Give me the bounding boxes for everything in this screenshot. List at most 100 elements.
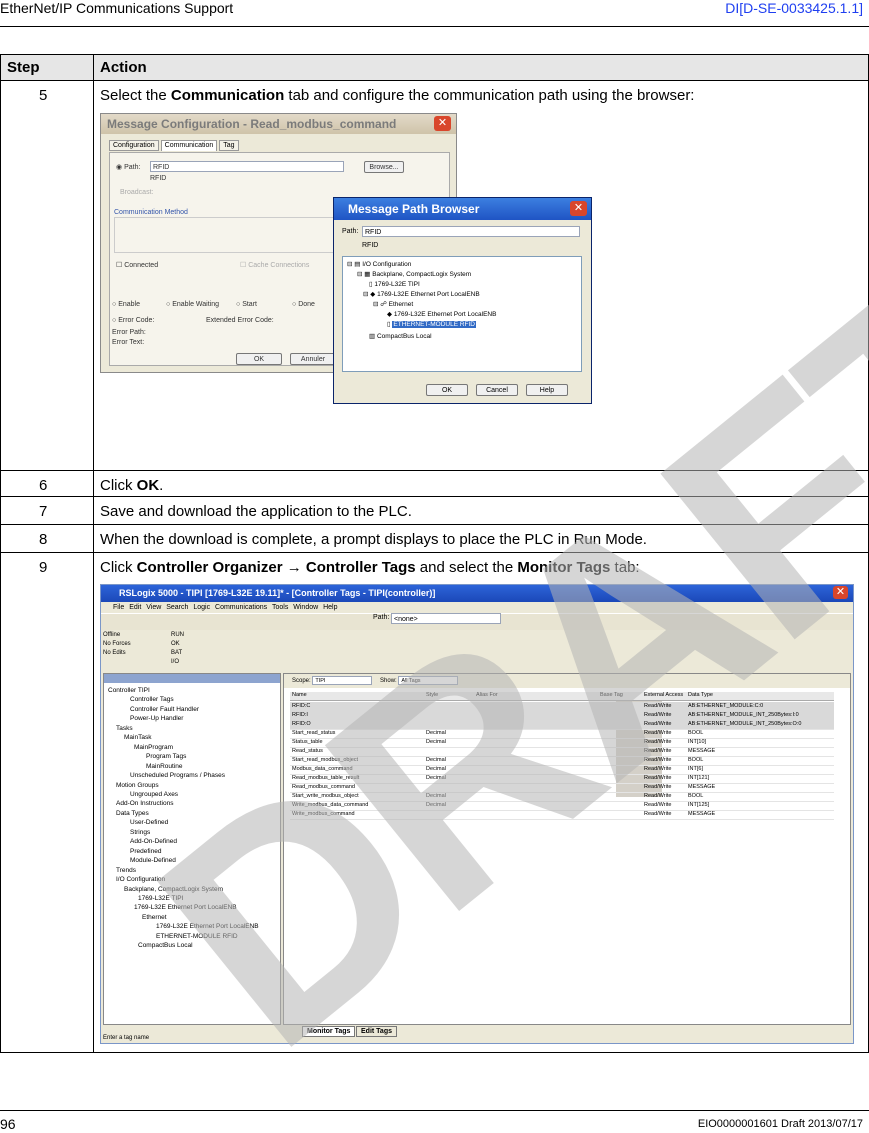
grid-cell: BOOL [688, 793, 704, 799]
connected-checkbox[interactable]: ☐ Connected [116, 261, 158, 269]
tree-item[interactable]: Program Tags [108, 752, 259, 761]
tree-label: ETHERNET-MODULE RFID [392, 321, 477, 328]
ok-button[interactable]: OK [236, 353, 282, 365]
tab-monitor-tags[interactable]: Monitor Tags [302, 1026, 356, 1037]
tree-node[interactable]: ⊟ ◆ 1769-L32E Ethernet Port LocalENB [363, 290, 480, 298]
show-select[interactable]: All Tags [398, 676, 459, 685]
path-label: Path: [124, 164, 141, 171]
organizer-tree[interactable]: Controller TIPI Controller Tags Controll… [108, 686, 259, 951]
step-number: 7 [0, 496, 94, 525]
column-header[interactable]: External Access [644, 692, 683, 698]
tree-node[interactable]: ▥ CompactBus Local [369, 332, 432, 340]
tree-item[interactable]: Strings [108, 828, 259, 837]
tree-item[interactable]: 1769-L32E Ethernet Port LocalENB [108, 922, 259, 931]
tree-item[interactable]: Controller Tags [108, 695, 259, 704]
path-radio[interactable]: ◉ Path: [116, 163, 140, 171]
header-doc-id: DI[D-SE-0033425.1.1] [725, 0, 863, 16]
tree-item[interactable]: Tasks [108, 724, 259, 733]
tree-node[interactable]: ▯ 1769-L32E TIPI [369, 280, 420, 288]
table-row: 7 Save and download the application to t… [0, 496, 869, 525]
tab-configuration[interactable]: Configuration [109, 140, 159, 151]
tree-item[interactable]: Ungrouped Axes [108, 790, 259, 799]
table-row: 8 When the download is complete, a promp… [0, 524, 869, 553]
tree-item[interactable]: Unscheduled Programs / Phases [108, 771, 259, 780]
grid-cell: Decimal [426, 757, 446, 763]
grid-cell: Decimal [426, 739, 446, 745]
close-icon[interactable]: ✕ [833, 586, 848, 599]
browser-ok-button[interactable]: OK [426, 384, 468, 396]
tree-item[interactable]: Ethernet [108, 913, 259, 922]
browser-path-resolved: RFID [362, 242, 379, 249]
tree-item[interactable]: Module-Defined [108, 856, 259, 865]
tree-item[interactable]: MainRoutine [108, 762, 259, 771]
path-resolved: RFID [150, 175, 167, 182]
browse-button[interactable]: Browse... [364, 161, 404, 173]
error-text-label: Error Text: [112, 339, 145, 346]
tree-item[interactable]: User-Defined [108, 818, 259, 827]
tree-item[interactable]: ETHERNET-MODULE RFID [108, 932, 259, 941]
tree-item[interactable]: Backplane, CompactLogix System [108, 885, 259, 894]
column-header[interactable]: Base Tag [600, 692, 623, 698]
tree-node[interactable]: ⊟ ▦ Backplane, CompactLogix System [357, 270, 471, 278]
grid-cell: Read/Write [644, 730, 672, 736]
rslogix-screenshot: RSLogix 5000 - TIPI [1769-L32E 19.11]* -… [100, 584, 854, 1044]
step-action: Click Controller Organizer → Controller … [93, 552, 869, 1053]
table-row[interactable]: Write_modbus_command Read/Write MESSAGE [290, 810, 834, 820]
browser-help-button[interactable]: Help [526, 384, 568, 396]
column-header[interactable]: Style [426, 692, 438, 698]
tree-node[interactable]: ⊟ ▤ I/O Configuration [347, 260, 411, 268]
path-field[interactable]: RFID [150, 161, 344, 172]
close-icon[interactable]: ✕ [434, 116, 451, 131]
flag-label: Done [298, 301, 315, 308]
tag-grid: Scope: TIPI Show: All Tags Name Style Al… [283, 673, 851, 1037]
tab-edit-tags[interactable]: Edit Tags [356, 1026, 397, 1037]
footer-rule [0, 1110, 869, 1111]
tree-item[interactable]: MainTask [108, 733, 259, 742]
path-field[interactable]: <none> [391, 613, 501, 624]
menu-bar[interactable]: File Edit View Search Logic Communicatio… [101, 602, 853, 613]
tree-item[interactable]: Add-On-Defined [108, 837, 259, 846]
action-text: Click [100, 477, 137, 494]
close-icon[interactable]: ✕ [570, 201, 587, 216]
grid-cell: Start_read_status [292, 730, 336, 736]
action-text: . [159, 477, 164, 494]
scope-label: Scope: [292, 678, 311, 684]
tree-item[interactable]: Controller Fault Handler [108, 705, 259, 714]
tree-label: Ethernet [388, 301, 414, 308]
tree-item[interactable]: Data Types [108, 809, 259, 818]
io-tree[interactable]: ⊟ ▤ I/O Configuration ⊟ ▦ Backplane, Com… [342, 256, 582, 372]
step-action: Save and download the application to the… [93, 496, 869, 525]
column-header[interactable]: Data Type [688, 692, 713, 698]
browser-cancel-button[interactable]: Cancel [476, 384, 518, 396]
tab-communication[interactable]: Communication [160, 140, 218, 151]
tree-node-selected[interactable]: ▯ ETHERNET-MODULE RFID [387, 320, 477, 328]
action-bold: Controller Tags [305, 559, 416, 576]
tree-item[interactable]: Add-On Instructions [108, 799, 259, 808]
tree-item[interactable]: 1769-L32E TIPI [108, 894, 259, 903]
app-title: RSLogix 5000 - TIPI [1769-L32E 19.11]* -… [101, 585, 853, 602]
tree-label: 1769-L32E Ethernet Port LocalENB [393, 311, 497, 318]
cancel-button[interactable]: Annuler [290, 353, 336, 365]
tree-item[interactable]: MainProgram [108, 743, 259, 752]
grid-cell: Read/Write [644, 775, 672, 781]
step-number: 9 [0, 552, 94, 1053]
tab-tag[interactable]: Tag [219, 140, 239, 151]
table-row: 9 Click Controller Organizer → Controlle… [0, 552, 869, 1053]
tree-item[interactable]: 1769-L32E Ethernet Port LocalENB [108, 903, 259, 912]
tree-item[interactable]: CompactBus Local [108, 941, 259, 950]
cache-connections-checkbox[interactable]: ☐ Cache Connections [240, 261, 309, 269]
broadcast-label: Broadcast: [120, 189, 154, 196]
column-header[interactable]: Alias For [476, 692, 498, 698]
tree-item[interactable]: Predefined [108, 847, 259, 856]
tree-item[interactable]: I/O Configuration [108, 875, 259, 884]
tree-node[interactable]: ◆ 1769-L32E Ethernet Port LocalENB [387, 310, 496, 318]
browser-path-field[interactable]: RFID [362, 226, 580, 237]
tree-item[interactable]: Power-Up Handler [108, 714, 259, 723]
column-header[interactable]: Name [292, 692, 307, 698]
tree-node[interactable]: ⊟ ☍ Ethernet [373, 300, 413, 308]
tree-item[interactable]: Trends [108, 866, 259, 875]
tree-item[interactable]: Motion Groups [108, 781, 259, 790]
scope-select[interactable]: TIPI [312, 676, 373, 685]
toolbar: Path: <none> [101, 613, 853, 630]
tree-item[interactable]: Controller TIPI [108, 686, 259, 695]
